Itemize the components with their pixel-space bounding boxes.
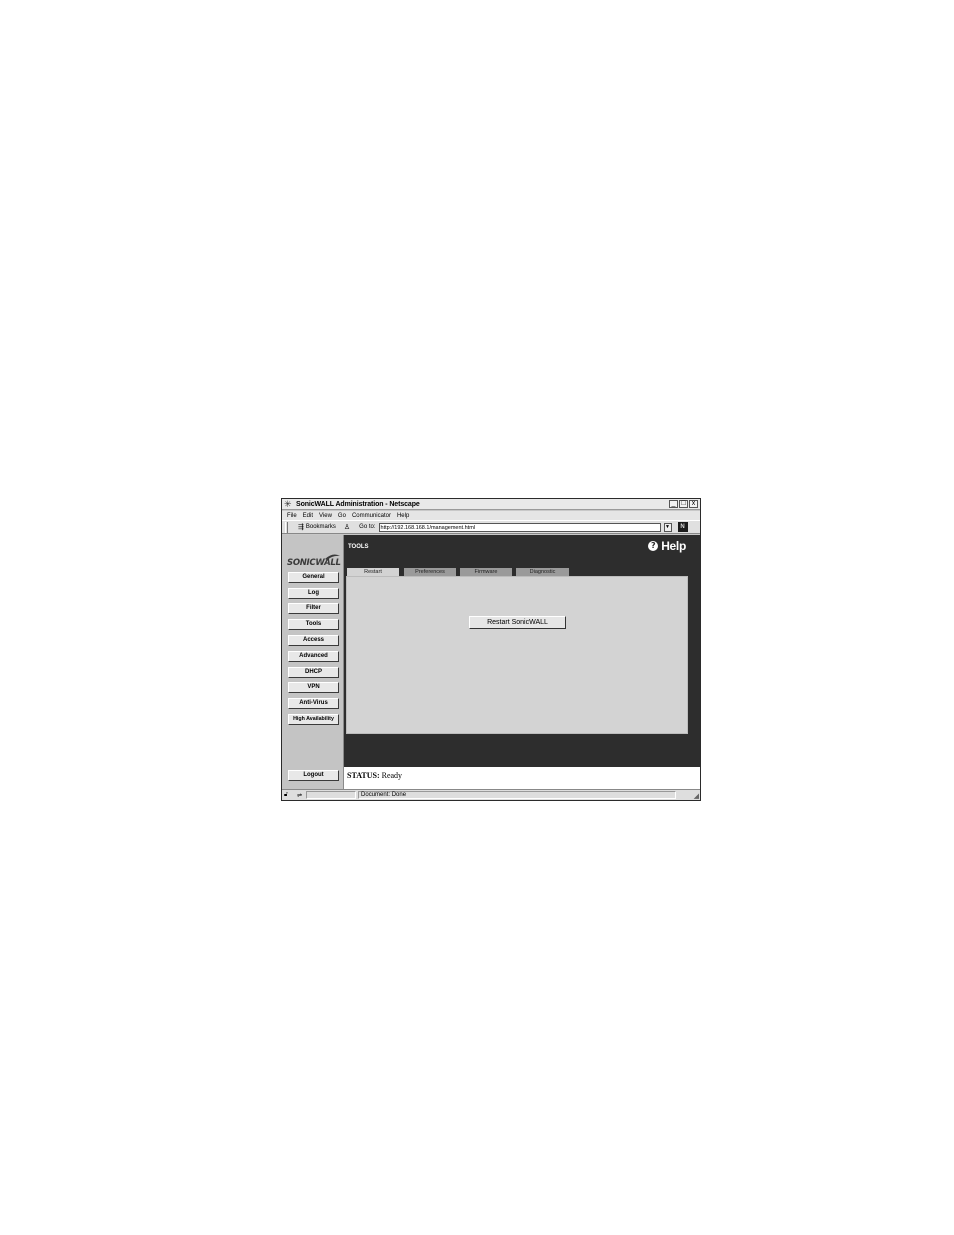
menu-help[interactable]: Help [397, 513, 409, 519]
browser-window: ✳ SonicWALL Administration - Netscape _ … [281, 498, 701, 801]
menu-bar: File Edit View Go Communicator Help [282, 511, 700, 520]
tab-preferences[interactable]: Preferences [404, 568, 456, 576]
help-label: Help [661, 539, 686, 553]
nav-general[interactable]: General [288, 572, 339, 583]
nav-log[interactable]: Log [288, 588, 339, 599]
status-area: STATUS: Ready [344, 767, 700, 789]
security-lock-icon[interactable]: 🔓︎ [284, 791, 294, 799]
nav-dhcp[interactable]: DHCP [288, 667, 339, 678]
title-bar: ✳ SonicWALL Administration - Netscape _ … [282, 499, 700, 510]
url-dropdown-icon[interactable]: ▼ [663, 522, 672, 532]
sidebar: SONICWALL General Log Filter Tools Acces… [282, 535, 344, 789]
sonicwall-logo: SONICWALL [287, 552, 341, 568]
goto-label: Go to: [359, 524, 376, 530]
nav-filter[interactable]: Filter [288, 603, 339, 614]
status-text: STATUS: Ready [347, 771, 402, 780]
toolbar-grip[interactable] [285, 521, 288, 533]
nav-vpn[interactable]: VPN [288, 682, 339, 693]
progress-cell [306, 791, 357, 799]
nav-advanced[interactable]: Advanced [288, 651, 339, 662]
nav-access[interactable]: Access [288, 635, 339, 646]
url-input[interactable]: http://192.168.168.1/management.html [378, 522, 661, 532]
menu-go[interactable]: Go [338, 513, 346, 519]
connection-icon: ⇌ [297, 792, 303, 799]
bookmarks-icon[interactable]: ⇶ [298, 523, 304, 531]
page-title: TOOLS [348, 544, 369, 550]
browser-status-bar: 🔓︎ ⇌ Document: Done ◢ [282, 789, 700, 800]
close-button[interactable]: x [689, 500, 698, 508]
help-link[interactable]: ? Help [648, 539, 686, 553]
restart-panel: Restart SonicWALL [346, 576, 688, 734]
main-panel: TOOLS ? Help Restart Preferences Firmwar… [344, 535, 700, 767]
restart-sonicwall-button[interactable]: Restart SonicWALL [469, 616, 566, 629]
nav-high-availability[interactable]: High Availability [288, 714, 339, 725]
nav-anti-virus[interactable]: Anti-Virus [288, 698, 339, 709]
status-value: Ready [381, 771, 403, 780]
page-location-icon[interactable]: ♙ [344, 523, 350, 531]
logo-swoosh-icon [325, 554, 340, 560]
location-toolbar: ⇶ Bookmarks ♙ Go to: http://192.168.168.… [282, 520, 700, 534]
maximize-button[interactable]: □ [679, 500, 688, 508]
menu-file[interactable]: File [287, 513, 297, 519]
tab-firmware[interactable]: Firmware [460, 568, 512, 576]
menu-communicator[interactable]: Communicator [352, 513, 391, 519]
document-status: Document: Done [358, 791, 677, 799]
window-title: SonicWALL Administration - Netscape [296, 500, 420, 508]
menu-view[interactable]: View [319, 513, 332, 519]
bookmarks-button[interactable]: Bookmarks [306, 524, 336, 530]
help-question-icon: ? [648, 541, 659, 551]
logout-button[interactable]: Logout [288, 770, 339, 781]
minimize-button[interactable]: _ [669, 500, 678, 508]
netscape-logo: N [677, 522, 688, 532]
resize-grip-icon[interactable]: ◢ [694, 792, 699, 800]
window-controls: _ □ x [669, 500, 698, 508]
menu-edit[interactable]: Edit [303, 513, 313, 519]
nav-tools[interactable]: Tools [288, 619, 339, 630]
tab-diagnostic[interactable]: Diagnostic [516, 568, 569, 576]
page-content: SONICWALL General Log Filter Tools Acces… [282, 535, 700, 789]
netscape-app-icon: ✳ [284, 498, 292, 509]
status-label: STATUS: [347, 771, 380, 780]
